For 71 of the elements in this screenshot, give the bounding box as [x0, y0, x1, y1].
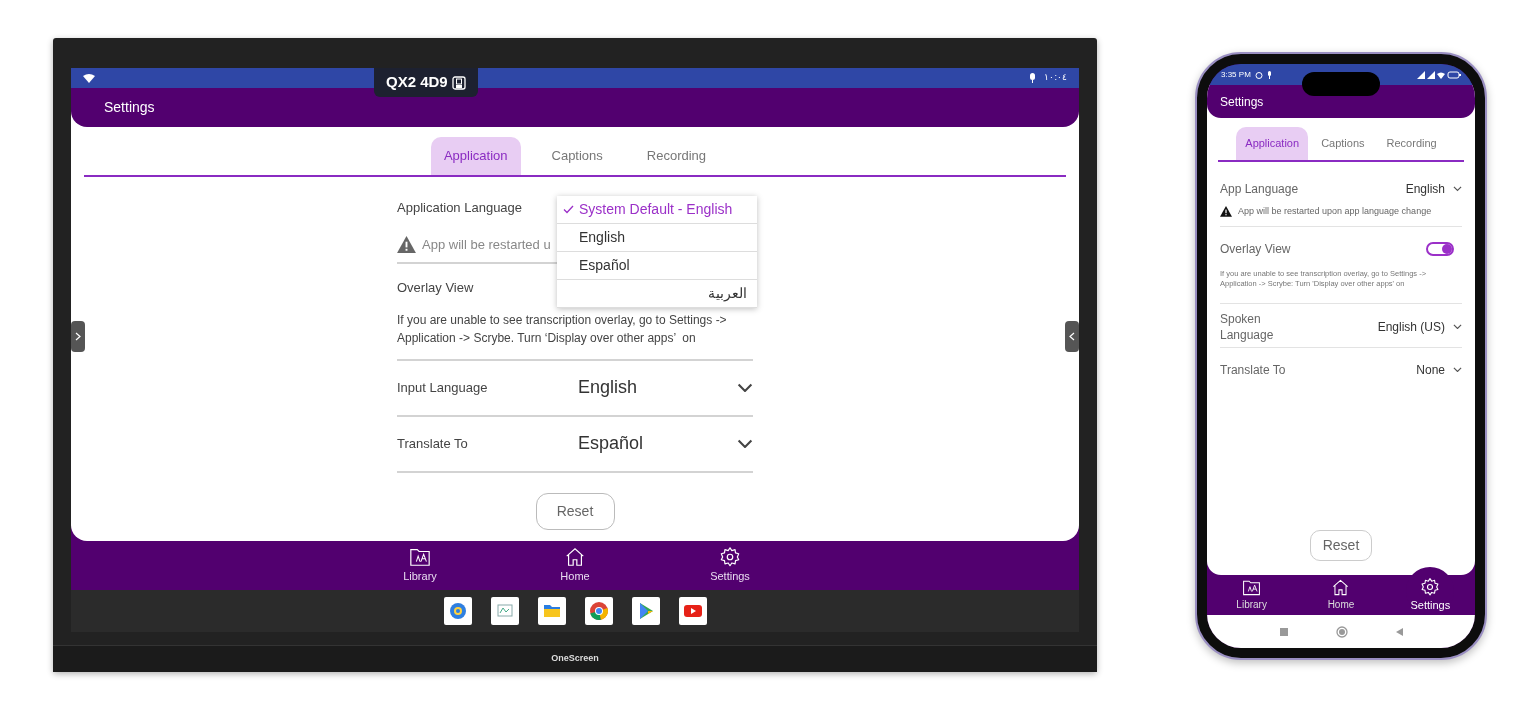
- folder-icon[interactable]: [537, 597, 566, 625]
- video-icon[interactable]: [678, 597, 707, 625]
- dropdown-option[interactable]: العربية: [557, 280, 757, 308]
- app-title: Settings: [1220, 93, 1264, 111]
- cast-icon: [451, 75, 466, 90]
- nav-item[interactable]: Settings: [1400, 576, 1461, 614]
- warning-text: App will be restarted upon app language change: [1238, 205, 1432, 218]
- hint-text: If you are unable to see transcription overlay, go to Settings -> Application -> Scrybe. Turn ‘Display over other apps’ on: [397, 311, 728, 347]
- settings-icon[interactable]: [1420, 576, 1441, 597]
- toggle-switch[interactable]: [1426, 241, 1454, 256]
- setting-label: Application Language: [397, 199, 523, 218]
- play-icon[interactable]: [631, 597, 660, 625]
- status-clock: 3:35 PM: [1221, 68, 1251, 81]
- check-icon: [563, 205, 574, 214]
- nav-item[interactable]: Home: [545, 546, 605, 585]
- square-icon[interactable]: [1279, 627, 1288, 636]
- dropdown-option[interactable]: Español: [557, 252, 757, 280]
- select-field[interactable]: English: [578, 374, 753, 401]
- settings-icon[interactable]: [719, 546, 741, 569]
- setting-label: Input Language: [397, 378, 489, 397]
- nav-item[interactable]: Settings: [700, 546, 760, 585]
- chevron-down-icon[interactable]: [737, 438, 753, 449]
- select-field[interactable]: Español: [578, 430, 753, 457]
- settings-tab[interactable]: Captions: [538, 137, 616, 175]
- status-icons-drawing: [1417, 70, 1461, 79]
- warning-text: App will be restarted u: [422, 236, 551, 254]
- chevron-down-icon[interactable]: [1453, 366, 1462, 373]
- app-title: Settings: [104, 98, 155, 117]
- nav-item[interactable]: Home: [1311, 578, 1371, 612]
- microphone-icon: [1266, 70, 1272, 79]
- wifi-icon: [83, 73, 95, 83]
- side-handle[interactable]: [71, 321, 85, 352]
- dropdown-option[interactable]: System Default - English: [557, 196, 757, 224]
- cast-code: QX2 4D9: [386, 72, 448, 93]
- setting-label: Overlay View: [1220, 240, 1291, 257]
- select-field[interactable]: English (US): [1377, 317, 1462, 336]
- setting-label: Spoken Language: [1220, 310, 1275, 343]
- chevron-down-icon[interactable]: [1453, 186, 1462, 192]
- chevron-down-icon[interactable]: [737, 382, 753, 393]
- select-field[interactable]: English: [1405, 180, 1462, 198]
- dropdown-option[interactable]: English: [557, 224, 757, 252]
- brand-logo-text: OneScreen: [551, 652, 599, 666]
- reset-button[interactable]: Reset: [1310, 530, 1372, 561]
- chevron-down-icon[interactable]: [1453, 323, 1462, 330]
- warning-icon: [397, 236, 416, 254]
- setting-label: Translate To: [1220, 361, 1287, 378]
- browser-icon[interactable]: [584, 597, 613, 625]
- settings-tab[interactable]: Recording: [1377, 127, 1446, 160]
- setting-label: Overlay View: [397, 279, 474, 295]
- settings-tab[interactable]: Application: [1236, 127, 1309, 160]
- microphone-icon: [1029, 73, 1037, 83]
- folder-icon[interactable]: [1242, 578, 1262, 597]
- chart-icon[interactable]: [490, 597, 519, 625]
- nav-item[interactable]: Library: [1221, 578, 1282, 612]
- settings-tab[interactable]: Recording: [633, 137, 720, 175]
- settings-tab[interactable]: Captions: [1312, 127, 1374, 160]
- setting-label: App Language: [1220, 181, 1300, 197]
- side-handle[interactable]: [1065, 321, 1079, 352]
- status-clock: ١٠:٠٤: [1044, 71, 1067, 85]
- home-icon[interactable]: [1331, 578, 1351, 597]
- nav-item[interactable]: Library: [390, 546, 450, 585]
- setting-label: Translate To: [397, 434, 469, 453]
- home-icon[interactable]: [564, 546, 586, 569]
- back-icon[interactable]: [1395, 627, 1403, 636]
- folder-icon[interactable]: [409, 546, 431, 569]
- circle-icon[interactable]: [1335, 625, 1348, 638]
- settings-tab[interactable]: Application: [430, 137, 521, 175]
- alarm-icon: [1254, 70, 1263, 79]
- warning-icon: [1220, 206, 1232, 218]
- reset-button[interactable]: Reset: [535, 492, 615, 530]
- select-field[interactable]: None: [1416, 360, 1462, 379]
